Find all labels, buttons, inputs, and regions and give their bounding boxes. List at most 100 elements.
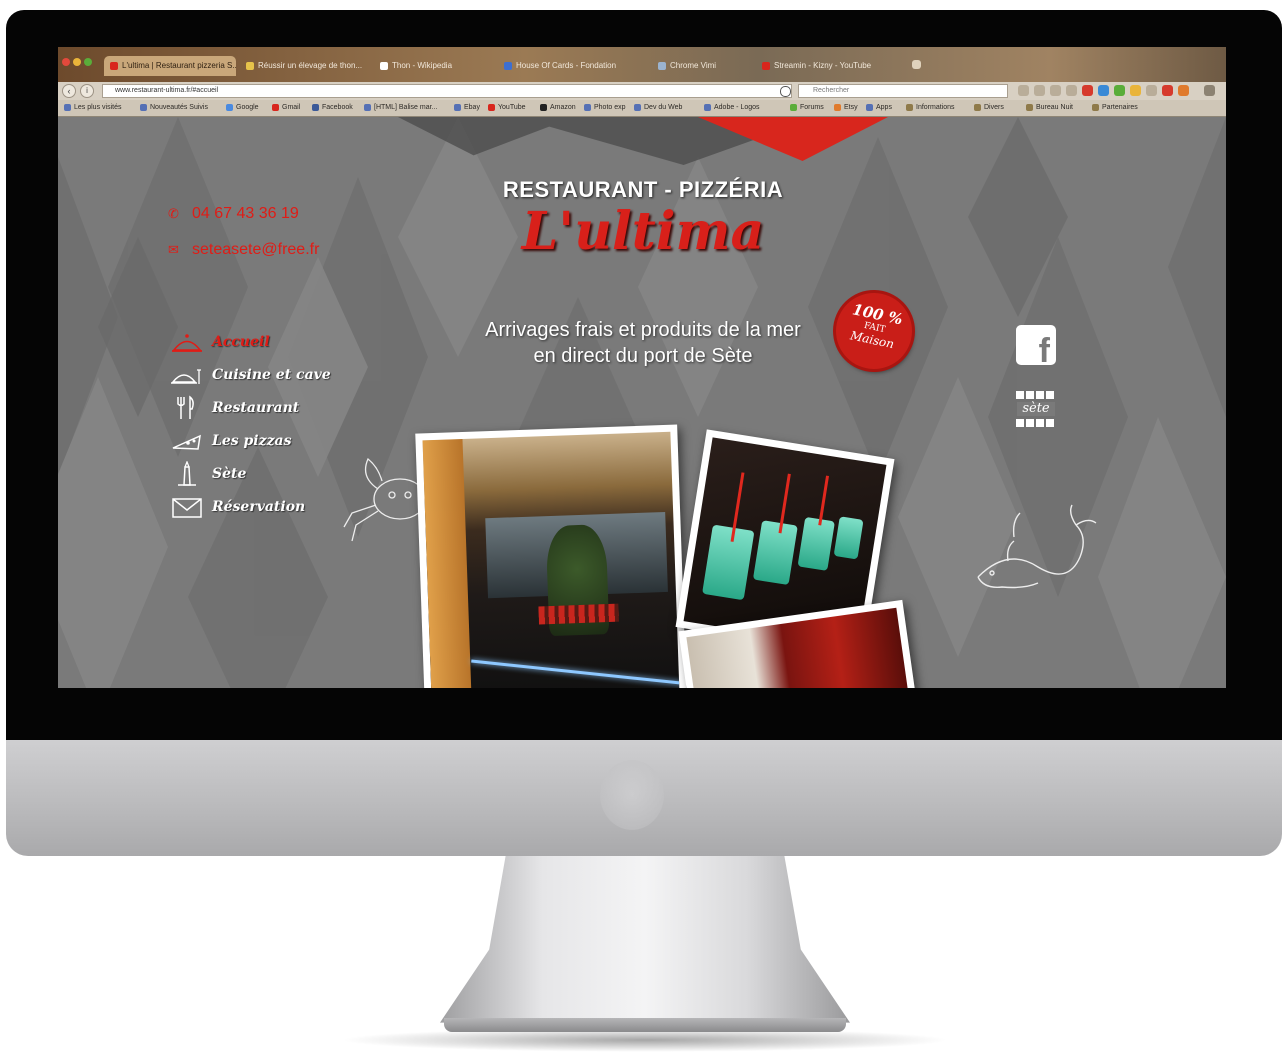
sete-logo-square bbox=[1016, 419, 1024, 427]
site-favicon-icon bbox=[110, 61, 118, 70]
extension-icon[interactable] bbox=[1082, 85, 1093, 96]
bookmark-item[interactable]: Google bbox=[226, 103, 259, 113]
folder-icon bbox=[974, 103, 981, 111]
extension-icon[interactable] bbox=[1146, 85, 1157, 96]
bookmark-item[interactable]: Gmail bbox=[272, 103, 300, 113]
bookmark-item[interactable]: [HTML] Balise mar... bbox=[364, 103, 437, 113]
search-input[interactable]: Rechercher bbox=[798, 84, 1008, 98]
photo-glass bbox=[702, 524, 755, 601]
bookmark-favicon-icon bbox=[634, 103, 641, 111]
download-icon[interactable] bbox=[1050, 85, 1061, 96]
sete-logo-square bbox=[1046, 391, 1054, 399]
star-icon[interactable] bbox=[1018, 85, 1029, 96]
website-viewport: ✆ 04 67 43 36 19 ✉ seteasete@free.fr RESTA… bbox=[58, 117, 1226, 688]
extension-icon[interactable] bbox=[1098, 85, 1109, 96]
browser-tab[interactable]: Chrome Vimi bbox=[652, 56, 752, 76]
bookmark-item[interactable]: Adobe - Logos bbox=[704, 103, 760, 113]
photo-flowers bbox=[538, 603, 619, 625]
window-minimize-icon[interactable] bbox=[73, 58, 81, 66]
nav-item-sete[interactable]: Sète bbox=[170, 461, 331, 494]
bookmark-item[interactable]: Les plus visités bbox=[64, 103, 121, 113]
monitor-stand bbox=[440, 856, 850, 1023]
sete-logo-square bbox=[1016, 391, 1024, 399]
bookmark-item[interactable]: Apps bbox=[866, 103, 892, 113]
phone-icon: ✆ bbox=[168, 206, 179, 221]
bookmark-item[interactable]: Partenaires bbox=[1092, 103, 1138, 113]
extension-icon[interactable] bbox=[1178, 85, 1189, 96]
bookmark-favicon-icon bbox=[454, 103, 461, 111]
folder-icon bbox=[906, 103, 913, 111]
reload-icon[interactable] bbox=[780, 86, 791, 97]
new-tab-icon[interactable] bbox=[912, 60, 921, 69]
bookmark-favicon-icon bbox=[790, 103, 797, 111]
nav-item-accueil[interactable]: Accueil bbox=[170, 329, 331, 362]
photo-led-strip bbox=[471, 659, 680, 686]
home-icon[interactable] bbox=[1066, 85, 1077, 96]
mail-icon: ✉ bbox=[168, 242, 179, 257]
nav-item-reservation[interactable]: Réservation bbox=[170, 494, 331, 527]
bookmark-favicon-icon bbox=[64, 103, 71, 111]
tab-label: L'ultima | Restaurant pizzeria S... bbox=[122, 61, 236, 70]
tagline-line-2: en direct du port de Sète bbox=[533, 345, 753, 367]
bookmark-item[interactable]: Photo exp bbox=[584, 103, 626, 113]
bookmark-item[interactable]: Bureau Nuit bbox=[1026, 103, 1073, 113]
bookmark-item[interactable]: Facebook bbox=[312, 103, 353, 113]
bookmark-item[interactable]: Ebay bbox=[454, 103, 480, 113]
browser-tab[interactable]: Streamin - Kizny - YouTube bbox=[756, 56, 906, 76]
facebook-icon bbox=[312, 103, 319, 111]
nav-item-restaurant[interactable]: Restaurant bbox=[170, 395, 331, 428]
extension-icon[interactable] bbox=[1130, 85, 1141, 96]
youtube-favicon-icon bbox=[762, 61, 770, 70]
photo-straw bbox=[818, 475, 830, 526]
window-maximize-icon[interactable] bbox=[84, 58, 92, 66]
tagline: Arrivages frais et produits de la mer en… bbox=[458, 317, 828, 369]
pizza-slice-icon bbox=[172, 434, 201, 450]
window-close-icon[interactable] bbox=[62, 58, 70, 66]
serving-dish-icon bbox=[171, 369, 201, 384]
browser-tab[interactable]: Réussir un élevage de thon... bbox=[240, 56, 370, 76]
sete-logo-icon[interactable]: sète bbox=[1016, 391, 1056, 429]
browser-tab-bar: L'ultima | Restaurant pizzeria S... Réus… bbox=[58, 47, 1226, 82]
wikipedia-favicon-icon bbox=[380, 61, 388, 70]
bookmark-favicon-icon bbox=[364, 103, 371, 111]
back-button[interactable]: ‹ bbox=[62, 84, 76, 98]
photo-pillar bbox=[422, 439, 472, 688]
url-input[interactable]: www.restaurant-ultima.fr/#accueil bbox=[102, 84, 792, 98]
bookmark-item[interactable]: Informations bbox=[906, 103, 955, 113]
site-info-button[interactable]: i bbox=[80, 84, 94, 98]
sete-logo-word: sète bbox=[1017, 402, 1055, 416]
sete-logo-square bbox=[1026, 391, 1034, 399]
nav-item-les-pizzas[interactable]: Les pizzas bbox=[170, 428, 331, 461]
photo-glass bbox=[752, 520, 798, 586]
bookmark-item[interactable]: YouTube bbox=[488, 103, 526, 113]
bookmark-item[interactable]: Amazon bbox=[540, 103, 576, 113]
bookmark-item[interactable]: Nouveautés Suivis bbox=[140, 103, 208, 113]
site-logo[interactable]: L'ultima bbox=[458, 201, 828, 262]
page-favicon-icon bbox=[246, 61, 254, 70]
tab-label: House Of Cards - Fondation bbox=[516, 61, 617, 70]
page-favicon-icon bbox=[504, 61, 512, 70]
sete-logo-square bbox=[1036, 391, 1044, 399]
browser-tab-active[interactable]: L'ultima | Restaurant pizzeria S... bbox=[104, 56, 236, 76]
bookmark-item[interactable]: Dev du Web bbox=[634, 103, 682, 113]
browser-tab[interactable]: Thon - Wikipedia bbox=[374, 56, 494, 76]
email-contact[interactable]: ✉ seteasete@free.fr bbox=[168, 241, 319, 259]
extension-icon[interactable] bbox=[1114, 85, 1125, 96]
folder-icon bbox=[1092, 103, 1099, 111]
hamburger-menu-icon[interactable] bbox=[1204, 85, 1215, 96]
tab-label: Thon - Wikipedia bbox=[392, 61, 453, 70]
bookmark-item[interactable]: Forums bbox=[790, 103, 824, 113]
bookmark-item[interactable]: Divers bbox=[974, 103, 1004, 113]
bookmark-item[interactable]: Etsy bbox=[834, 103, 858, 113]
extension-icon[interactable] bbox=[1162, 85, 1173, 96]
google-icon bbox=[226, 103, 233, 111]
tagline-line-1: Arrivages frais et produits de la mer bbox=[485, 319, 801, 341]
bookmarks-menu-icon[interactable] bbox=[1034, 85, 1045, 96]
nav-item-cuisine-et-cave[interactable]: Cuisine et cave bbox=[170, 362, 331, 395]
bookmark-favicon-icon bbox=[704, 103, 711, 111]
monitor-screen: L'ultima | Restaurant pizzeria S... Réus… bbox=[58, 47, 1226, 688]
browser-tab[interactable]: House Of Cards - Fondation bbox=[498, 56, 648, 76]
facebook-icon[interactable]: f bbox=[1016, 325, 1056, 365]
amazon-icon bbox=[540, 103, 547, 111]
phone-contact[interactable]: ✆ 04 67 43 36 19 bbox=[168, 205, 299, 223]
